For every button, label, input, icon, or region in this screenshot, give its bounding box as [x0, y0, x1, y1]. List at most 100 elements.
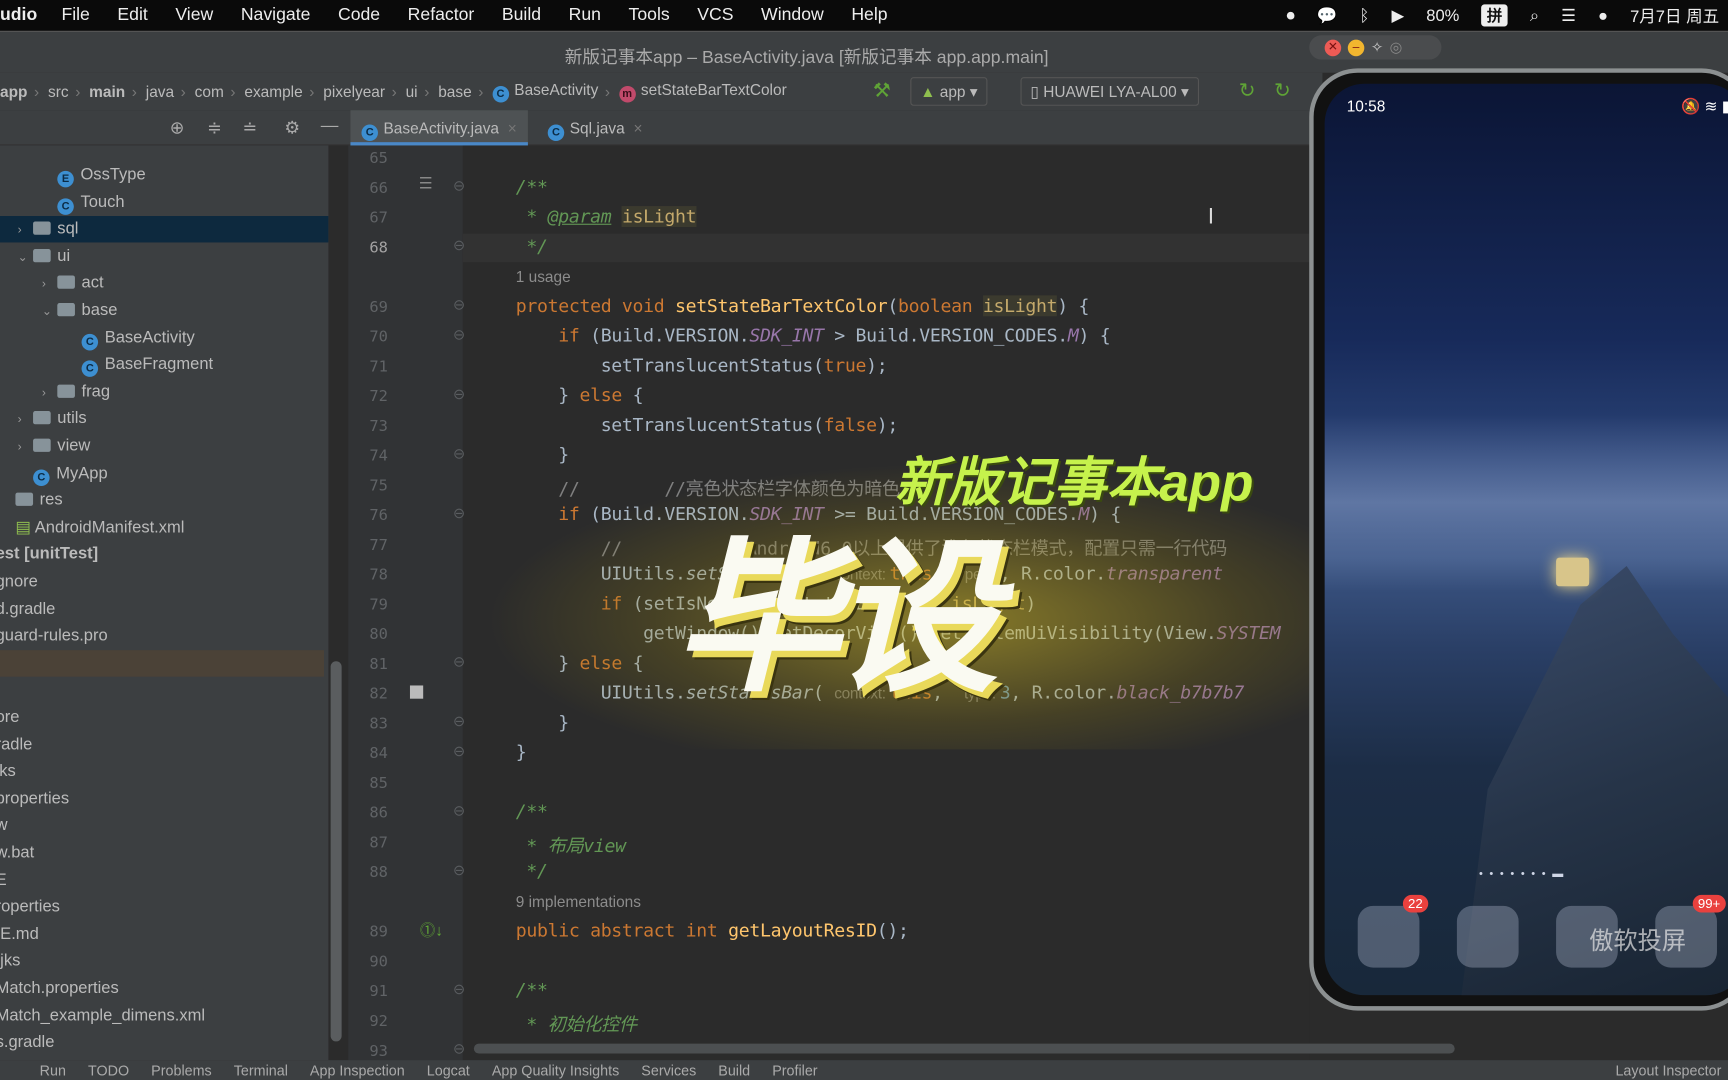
tree-item[interactable]: Match.properties [0, 975, 324, 1001]
doc-render-icon[interactable]: ☰ [419, 174, 433, 193]
pin-icon[interactable]: ✧ [1371, 39, 1383, 57]
breadcrumb-item[interactable]: example [244, 83, 302, 101]
tree-item[interactable]: guard-rules.pro [0, 623, 324, 649]
chevron-right-icon[interactable]: › [18, 434, 33, 460]
tab-baseactivity[interactable]: C BaseActivity.java × [350, 110, 528, 146]
phone-mirror[interactable]: 10:58 🔕 ≋ ▮ •••••••▬ 22 99+ 傲软投屏 [1309, 68, 1728, 1011]
tree-item[interactable]: ⌄ base [0, 298, 328, 324]
fold-marker-icon[interactable]: ⊖ [453, 981, 465, 999]
breadcrumb-class[interactable]: C BaseActivity [492, 80, 598, 103]
breadcrumb-item[interactable]: pixelyear [323, 83, 385, 101]
fold-marker-icon[interactable]: ⊖ [453, 237, 465, 255]
editor-hscrollbar[interactable] [473, 1043, 1455, 1054]
tree-item[interactable]: › utils [0, 406, 328, 432]
breadcrumb-item[interactable]: java [146, 83, 174, 101]
menu-code[interactable]: Code [338, 6, 380, 26]
tree-item[interactable]: C BaseActivity [0, 325, 328, 351]
tree-item[interactable]: C Touch [0, 189, 328, 215]
tool-run[interactable]: Run [40, 1062, 66, 1079]
tree-item[interactable]: w.bat [0, 840, 324, 866]
chevron-right-icon[interactable]: › [18, 217, 33, 243]
page-indicator[interactable]: •••••••▬ [1479, 868, 1570, 880]
expand-all-icon[interactable]: ≑ [207, 117, 222, 139]
control-center-icon[interactable]: ☰ [1561, 6, 1576, 26]
tree-item[interactable]: roperties [0, 894, 324, 920]
tool-profiler[interactable]: Profiler [772, 1062, 817, 1079]
chevron-right-icon[interactable]: › [42, 380, 57, 406]
tool-app-inspection[interactable]: App Inspection [310, 1062, 405, 1079]
tree-item[interactable]: › sql [0, 216, 329, 243]
tree-item[interactable]: E OssType [0, 162, 328, 188]
chevron-right-icon[interactable]: › [42, 272, 57, 298]
tree-scrollbar[interactable] [330, 661, 342, 1042]
close-icon[interactable]: ✕ [1324, 39, 1342, 56]
menu-run[interactable]: Run [569, 6, 601, 26]
collapse-all-icon[interactable]: ≐ [242, 117, 257, 139]
fold-marker-icon[interactable]: ⊖ [453, 713, 465, 731]
menu-file[interactable]: File [61, 6, 89, 26]
fold-marker-icon[interactable]: ⊖ [453, 177, 465, 195]
menu-build[interactable]: Build [502, 6, 541, 26]
tree-item[interactable]: radle [0, 731, 324, 757]
tree-item[interactable]: w [0, 813, 324, 839]
tool-logcat[interactable]: Logcat [427, 1062, 470, 1079]
fold-marker-icon[interactable]: ⊖ [453, 654, 465, 672]
breadcrumb-method[interactable]: m setStateBarTextColor [618, 80, 787, 103]
code-vision-hint[interactable]: 9 implementations [516, 893, 641, 911]
fold-marker-icon[interactable]: ⊖ [453, 862, 465, 880]
tree-item[interactable]: › frag [0, 379, 328, 405]
breadcrumb-item[interactable]: ui [406, 83, 418, 101]
tree-item[interactable]: › view [0, 433, 328, 459]
tree-item[interactable]: est [unitTest] [0, 542, 324, 568]
settings-icon[interactable]: ◎ [1390, 39, 1403, 57]
tree-item[interactable]: res [0, 487, 328, 513]
fold-marker-icon[interactable]: ⊖ [453, 743, 465, 761]
menu-navigate[interactable]: Navigate [241, 6, 311, 26]
breadcrumb-item[interactable]: app [0, 83, 27, 101]
tree-item[interactable]: ▤ AndroidManifest.xml [0, 514, 328, 540]
fold-marker-icon[interactable]: ⊖ [453, 1040, 465, 1058]
implemented-icon[interactable]: ⓵↓ [420, 919, 443, 941]
tab-sql[interactable]: C Sql.java × [537, 110, 654, 145]
menu-tools[interactable]: Tools [629, 6, 670, 26]
tree-item[interactable]: E [0, 867, 324, 893]
locate-icon[interactable]: ⊕ [170, 117, 185, 139]
close-tab-icon[interactable]: × [508, 119, 517, 137]
tree-item[interactable]: s.gradle [0, 1030, 324, 1056]
breadcrumb-item[interactable]: com [195, 83, 224, 101]
play-icon[interactable]: ▶ [1391, 6, 1404, 26]
gear-icon[interactable]: ⚙ [284, 117, 300, 139]
record-icon[interactable]: ⏺ [1287, 6, 1295, 25]
tree-item[interactable]: ⌄ ui [0, 243, 328, 269]
chevron-right-icon[interactable]: › [18, 407, 33, 433]
tool-build[interactable]: Build [718, 1062, 750, 1079]
tree-item[interactable]: › act [0, 270, 328, 296]
fold-marker-icon[interactable]: ⊖ [453, 445, 465, 463]
input-method[interactable]: 拼 [1481, 4, 1508, 27]
app-folder-2[interactable] [1456, 905, 1519, 968]
close-tab-icon[interactable]: × [633, 119, 642, 137]
fold-marker-icon[interactable]: ⊖ [453, 326, 465, 344]
tool-terminal[interactable]: Terminal [234, 1062, 288, 1079]
tool-todo[interactable]: TODO [88, 1062, 129, 1079]
tree-item[interactable]: C BaseFragment [0, 352, 328, 378]
apply-changes-icon[interactable]: ↻ [1239, 79, 1256, 102]
tool-layout-inspector[interactable]: Layout Inspector [1615, 1062, 1721, 1079]
menu-window[interactable]: Window [761, 6, 824, 26]
siri-icon[interactable]: ● [1598, 6, 1608, 25]
wechat-icon[interactable]: 💬 [1317, 6, 1338, 26]
fold-marker-icon[interactable]: ⊖ [453, 802, 465, 820]
tree-item[interactable] [0, 649, 324, 677]
chevron-down-icon[interactable]: ⌄ [42, 299, 57, 325]
tree-item[interactable]: IE.md [0, 921, 324, 947]
tree-item[interactable]: .jks [0, 948, 324, 974]
breadcrumb-item[interactable]: src [48, 83, 69, 101]
fold-marker-icon[interactable]: ⊖ [453, 296, 465, 314]
tree-item[interactable]: C MyApp [0, 460, 328, 486]
breadcrumb-item[interactable]: base [438, 83, 471, 101]
tree-item[interactable]: ore [0, 704, 324, 730]
chevron-down-icon[interactable]: ⌄ [18, 244, 33, 270]
tool-problems[interactable]: Problems [151, 1062, 212, 1079]
tree-item[interactable]: gnore [0, 569, 324, 595]
breadcrumb-item[interactable]: main [89, 83, 125, 101]
